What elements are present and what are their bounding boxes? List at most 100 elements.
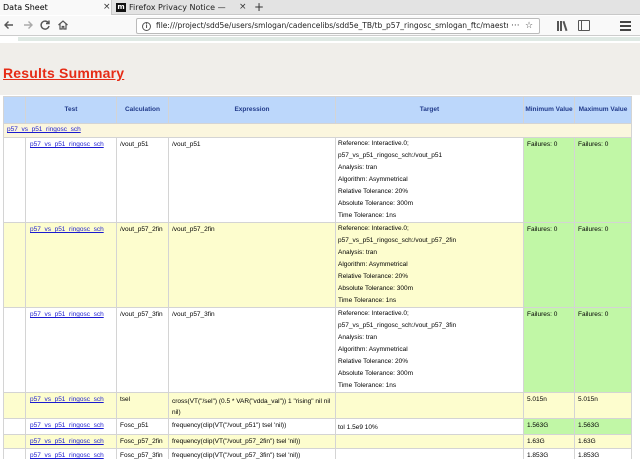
row-blank-cell [3,307,26,393]
maximum-value-cell: 1.563G [574,418,632,435]
minimum-value-cell: Failures: 0 [523,307,575,393]
expression-cell: frequency(clip(VT("/vout_p57_3fin") tsel… [168,448,336,459]
maximum-value-cell: Failures: 0 [574,137,632,223]
minimum-value-cell: 1.563G [523,418,575,435]
calculation-cell: /vout_p51 [116,137,169,223]
target-line: Time Tolerance: 1ns [338,382,397,389]
close-tab-icon[interactable]: × [239,0,247,15]
minimum-value-cell: Failures: 0 [523,222,575,308]
target-line: Reference: Interactive.0; [338,225,409,232]
row-blank-cell [3,137,26,223]
column-header-calculation[interactable]: Calculation [116,96,169,124]
column-header-test[interactable]: Test [25,96,117,124]
table-header-row: Test Calculation Expression Target Minim… [3,96,632,124]
tab-firefox-privacy-notice[interactable]: m Firefox Privacy Notice — [115,0,251,15]
row-blank-cell [3,448,26,459]
close-tab-icon[interactable]: × [103,0,111,15]
url-bar[interactable]: i file:///project/sdd5e/users/smlogan/ca… [136,18,540,34]
table-row: p57_vs_p51_ringosc_sch Fosc_p57_3fin fre… [3,448,632,459]
target-line: Relative Tolerance: 20% [338,273,408,280]
navigation-toolbar: i file:///project/sdd5e/users/smlogan/ca… [0,16,640,36]
test-cell: p57_vs_p51_ringosc_sch [25,392,117,419]
sidebar-icon[interactable] [578,20,590,31]
test-cell: p57_vs_p51_ringosc_sch [25,448,117,459]
expression-cell: cross(VT("/sel") (0.5 * VAR("vdda_val"))… [168,392,336,419]
maximum-value-cell: 5.015n [574,392,632,419]
target-line: Relative Tolerance: 20% [338,358,408,365]
forward-arrow-icon[interactable] [21,19,35,33]
target-line: Analysis: tran [338,249,378,256]
target-line: Time Tolerance: 1ns [338,212,397,219]
test-cell: p57_vs_p51_ringosc_sch [25,418,117,435]
column-header-target[interactable]: Target [335,96,524,124]
home-icon[interactable] [56,19,70,33]
minimum-value-cell: 1.63G [523,434,575,449]
target-cell: Reference: Interactive.0; p57_vs_p51_rin… [335,222,524,308]
target-line: Reference: Interactive.0; [338,310,409,317]
calculation-cell: /vout_p57_2fin [116,222,169,308]
minimum-value-cell: Failures: 0 [523,137,575,223]
minimum-value-cell: 5.015n [523,392,575,419]
expression-cell: frequency(clip(VT("/vout_p51") tsel 'nil… [168,418,336,435]
column-header-blank [3,96,26,124]
test-cell: p57_vs_p51_ringosc_sch [25,307,117,393]
target-cell [335,392,524,419]
maximum-value-cell: Failures: 0 [574,307,632,393]
hamburger-menu-icon[interactable] [620,20,631,31]
tab-title: Firefox Privacy Notice — [129,3,226,12]
target-line: Relative Tolerance: 20% [338,188,408,195]
table-row: p57_vs_p51_ringosc_sch /vout_p57_3fin /v… [3,307,632,393]
test-link[interactable]: p57_vs_p51_ringosc_sch [30,452,104,459]
target-line: Time Tolerance: 1ns [338,297,397,304]
test-cell: p57_vs_p51_ringosc_sch [25,434,117,449]
page-actions-icon[interactable]: ··· [511,19,520,33]
column-header-expression[interactable]: Expression [168,96,336,124]
maximum-value-cell: 1.63G [574,434,632,449]
target-cell [335,434,524,449]
new-tab-button[interactable]: + [254,0,264,14]
target-line: Absolute Tolerance: 300m [338,370,414,377]
test-link[interactable]: p57_vs_p51_ringosc_sch [30,141,104,148]
target-cell: Reference: Interactive.0; p57_vs_p51_rin… [335,307,524,393]
table-row: p57_vs_p51_ringosc_sch /vout_p57_2fin /v… [3,222,632,308]
expression-cell: /vout_p51 [168,137,336,223]
info-icon[interactable]: i [142,22,151,31]
target-line: Absolute Tolerance: 300m [338,200,414,207]
target-cell [335,448,524,459]
maximum-value-cell: Failures: 0 [574,222,632,308]
column-header-maximum-value[interactable]: Maximum Value [574,96,632,124]
target-line: Algorithm: Asymmetrical [338,261,408,268]
tab-bar: Data Sheet × m Firefox Privacy Notice — … [0,0,640,15]
section-cell: p57_vs_p51_ringosc_sch [3,123,632,138]
section-link[interactable]: p57_vs_p51_ringosc_sch [7,126,81,133]
tab-data-sheet[interactable]: Data Sheet [0,0,112,15]
target-line: p57_vs_p51_ringosc_sch:/vout_p57_3fin [338,322,457,329]
calculation-cell: /vout_p57_3fin [116,307,169,393]
test-link[interactable]: p57_vs_p51_ringosc_sch [30,311,104,318]
bookmark-star-icon[interactable]: ☆ [525,19,533,33]
table-row: p57_vs_p51_ringosc_sch /vout_p51 /vout_p… [3,137,632,223]
row-blank-cell [3,392,26,419]
test-link[interactable]: p57_vs_p51_ringosc_sch [30,438,104,445]
target-line: Analysis: tran [338,334,378,341]
calculation-cell: tsel [116,392,169,419]
test-link[interactable]: p57_vs_p51_ringosc_sch [30,226,104,233]
target-line: p57_vs_p51_ringosc_sch:/vout_p57_2fin [338,237,457,244]
library-icon[interactable] [556,20,568,32]
calculation-cell: Fosc_p57_2fin [116,434,169,449]
minimum-value-cell: 1.853G [523,448,575,459]
calculation-cell: Fosc_p57_3fin [116,448,169,459]
test-link[interactable]: p57_vs_p51_ringosc_sch [30,422,104,429]
test-link[interactable]: p57_vs_p51_ringosc_sch [30,396,104,403]
target-line: Algorithm: Asymmetrical [338,346,408,353]
maximum-value-cell: 1.853G [574,448,632,459]
page-title: Results Summary [3,65,125,81]
back-arrow-icon[interactable] [2,19,16,33]
reload-icon[interactable] [38,19,52,33]
calculation-cell: Fosc_p51 [116,418,169,435]
row-blank-cell [3,222,26,308]
target-line: Absolute Tolerance: 300m [338,285,414,292]
test-cell: p57_vs_p51_ringosc_sch [25,222,117,308]
url-text[interactable]: file:///project/sdd5e/users/smlogan/cade… [156,19,508,33]
column-header-minimum-value[interactable]: Minimum Value [523,96,575,124]
